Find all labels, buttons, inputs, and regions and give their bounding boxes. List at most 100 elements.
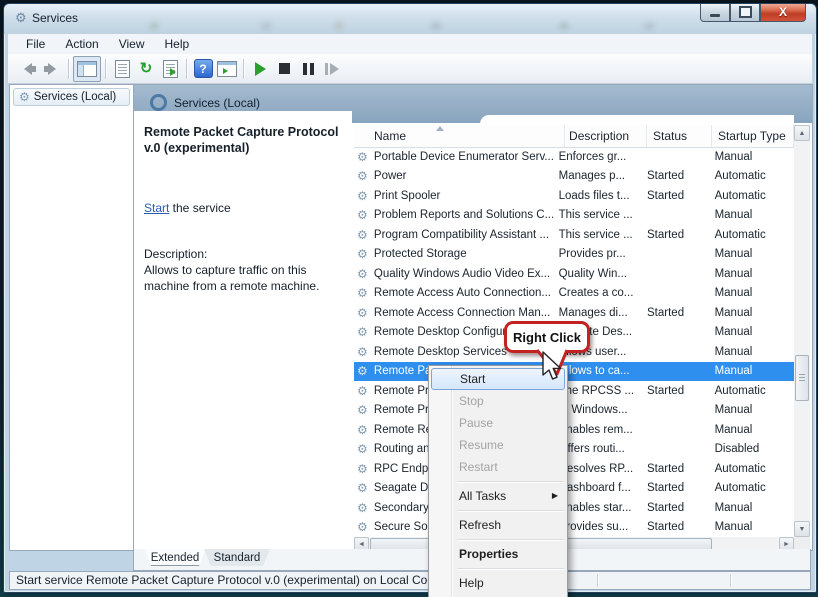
service-gear-icon: ⚙ [357,307,371,319]
table-row[interactable]: ⚙Quality Windows Audio Video Ex...Qualit… [354,264,794,284]
scroll-down-button[interactable]: ▼ [794,521,810,537]
cell-status: Started [643,385,710,397]
context-menu-item-refresh[interactable]: Refresh [429,514,567,536]
maximize-icon [739,6,752,18]
table-row[interactable]: ⚙Remote Access Connection Man...Manages … [354,303,794,323]
column-header-name[interactable]: Name [354,125,565,147]
status-divider [597,574,598,587]
minimize-button[interactable] [700,4,730,22]
service-gear-icon: ⚙ [357,424,371,436]
service-gear-icon: ⚙ [357,170,371,182]
refresh-button[interactable]: ↻ [134,58,158,80]
service-gear-icon: ⚙ [357,209,371,221]
info-panel: Remote Packet Capture Protocol v.0 (expe… [134,111,352,550]
column-header-description[interactable]: Description [565,125,647,147]
services-app-icon: ⚙ [15,10,27,26]
scroll-up-button[interactable]: ▲ [794,125,810,141]
vertical-scrollbar[interactable]: ▲ ▼ [794,125,810,537]
back-icon [24,63,32,75]
table-row[interactable]: ⚙Remote Packet Capture Proto...Allows to… [354,362,794,382]
tab-standard[interactable]: Standard [204,549,270,566]
toolbar: ↻ ? [8,54,812,84]
table-row[interactable]: ⚙Remote Procedure Call (RPC) ...In Windo… [354,401,794,421]
service-gear-icon: ⚙ [357,248,371,260]
help-icon: ? [194,59,213,78]
table-row[interactable]: ⚙Remote Procedure Call (RPC)The RPCSS ..… [354,381,794,401]
forward-button[interactable] [40,58,64,80]
toolbar-separator [68,59,69,79]
close-button[interactable]: X [760,4,806,22]
menu-file[interactable]: File [16,35,55,53]
context-menu-item-properties[interactable]: Properties [429,543,567,565]
properties-button[interactable] [110,58,134,80]
context-menu-separator [429,536,567,543]
service-gear-icon: ⚙ [357,502,371,514]
cell-name: Protected Storage [371,248,557,260]
cell-startup-type: Manual [710,346,794,358]
table-row[interactable]: ⚙Secondary LogonEnables star...StartedMa… [354,498,794,518]
show-console-tree-icon [77,61,97,77]
table-row[interactable]: ⚙Seagate Dashboard ServicesDashboard f..… [354,479,794,499]
cell-startup-type: Manual [710,521,794,533]
show-console-tree-button[interactable] [73,56,101,82]
back-button[interactable] [16,58,40,80]
table-row[interactable]: ⚙Portable Device Enumerator Serv...Enfor… [354,147,794,167]
toolbar-separator [243,59,244,79]
table-row[interactable]: ⚙Protected StorageProvides pr...Manual [354,245,794,265]
cell-startup-type: Automatic [710,482,794,494]
cell-status: Started [643,463,710,475]
forward-icon [48,63,56,75]
start-service-link[interactable]: Start [144,201,169,215]
table-row[interactable]: ⚙Program Compatibility Assistant ...This… [354,225,794,245]
chevron-right-icon: ► [783,541,790,548]
context-menu-separator [429,565,567,572]
service-gear-icon: ⚙ [357,326,371,338]
context-menu-item-all-tasks[interactable]: All Tasks▶ [429,485,567,507]
table-row[interactable]: ⚙PowerManages p...StartedAutomatic [354,167,794,187]
pane-title: Services (Local) [174,96,260,110]
cell-startup-type: Manual [710,268,794,280]
cell-description: The RPCSS ... [557,385,643,397]
restart-service-button[interactable] [320,58,344,80]
table-row[interactable]: ⚙Routing and Remote AccessOffers routi..… [354,440,794,460]
export-list-button[interactable] [158,58,182,80]
table-row[interactable]: ⚙RPC Endpoint MapperResolves RP...Starte… [354,459,794,479]
cell-startup-type: Automatic [710,229,794,241]
pause-service-button[interactable] [296,58,320,80]
vertical-scroll-thumb[interactable] [795,355,809,401]
cell-description: Dashboard f... [557,482,643,494]
cell-description: Enables star... [557,502,643,514]
menu-help[interactable]: Help [155,35,200,53]
menu-view[interactable]: View [109,35,155,53]
table-row[interactable]: ⚙Secure Socket Tunneling Proto...Provide… [354,518,794,538]
restart-service-icon [325,63,339,75]
cell-startup-type: Manual [710,307,794,319]
cell-startup-type: Manual [710,287,794,299]
column-header-status[interactable]: Status [647,125,712,147]
cell-status: Started [643,170,710,182]
sidebar-item-services-local[interactable]: ⚙ Services (Local) [13,88,130,106]
service-gear-icon: ⚙ [357,287,371,299]
table-row[interactable]: ⚙Remote RegistryEnables rem...Manual [354,420,794,440]
menu-bar: FileActionViewHelp [8,34,812,55]
cell-name: Remote Access Connection Man... [371,307,557,319]
table-row[interactable]: ⚙Print SpoolerLoads files t...StartedAut… [354,186,794,206]
maximize-button[interactable] [730,4,760,22]
status-divider [730,574,731,587]
table-row[interactable]: ⚙Remote Access Auto Connection...Creates… [354,284,794,304]
start-service-button[interactable] [248,58,272,80]
cell-description: Loads files t... [557,190,643,202]
tab-extended[interactable]: Extended [144,549,206,566]
context-menu-item-help[interactable]: Help [429,572,567,594]
column-header-startup-type[interactable]: Startup Type [712,125,794,147]
show-action-pane-button[interactable] [215,58,239,80]
cell-name: Program Compatibility Assistant ... [371,229,557,241]
title-bar[interactable]: ⚙ Services X [4,4,816,34]
help-button[interactable]: ? [191,58,215,80]
table-row[interactable]: ⚙Problem Reports and Solutions C...This … [354,206,794,226]
menu-action[interactable]: Action [55,35,108,53]
cell-startup-type: Manual [710,424,794,436]
stop-service-button[interactable] [272,58,296,80]
cell-status: Started [643,190,710,202]
cell-description: Creates a co... [557,287,643,299]
